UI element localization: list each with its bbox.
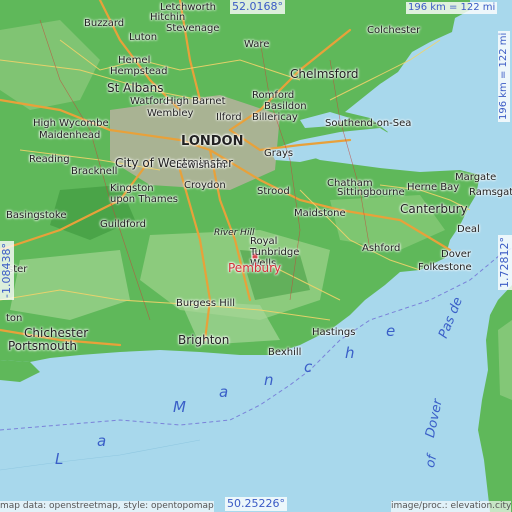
- place-label: Portsmouth: [8, 339, 77, 353]
- place-label: Ware: [244, 39, 270, 50]
- place-label: High Wycombe: [33, 118, 109, 129]
- place-label: Sittingbourne: [337, 187, 405, 198]
- place-label: Grays: [264, 148, 294, 159]
- place-label: Buzzard: [84, 18, 125, 29]
- latitude-bottom-label: 50.25226°: [225, 497, 287, 511]
- target-place-label[interactable]: Pembury: [228, 261, 281, 275]
- longitude-left-label: -1.08438°: [0, 241, 14, 300]
- place-label: Ramsgate: [469, 187, 512, 198]
- place-label: Wembley: [147, 108, 194, 119]
- place-label: ton: [6, 313, 23, 324]
- footer-attribution-right: image/proc.: elevation.city: [391, 501, 512, 512]
- place-label: Reading: [29, 154, 70, 165]
- place-label: Bracknell: [71, 166, 118, 177]
- place-label: Dover: [441, 249, 471, 260]
- water-label: c: [304, 358, 313, 376]
- place-label: Guildford: [100, 219, 146, 230]
- place-label: Southend-on-Sea: [325, 118, 412, 129]
- water-label: a: [97, 432, 107, 450]
- place-label: High Barnet: [166, 96, 226, 107]
- place-label: Watford: [130, 96, 170, 107]
- place-label: Croydon: [184, 180, 226, 191]
- place-label: Basildon: [264, 101, 307, 112]
- footer-attribution-left: map data: openstreetmap, style: opentopo…: [0, 501, 214, 512]
- water-label: M: [173, 398, 186, 416]
- scale-vertical: 196 km = 122 mi: [498, 30, 510, 122]
- place-label: Margate: [455, 172, 497, 183]
- place-label: Luton: [129, 32, 158, 43]
- place-label: Hitchin: [150, 12, 186, 23]
- place-label: Colchester: [367, 25, 421, 36]
- place-label: Maidenhead: [39, 130, 101, 141]
- place-label: Ashford: [362, 243, 401, 254]
- place-label: Deal: [457, 224, 480, 235]
- place-label: Hempstead: [110, 66, 168, 77]
- place-label: Hastings: [312, 327, 356, 338]
- place-label: Folkestone: [418, 262, 472, 273]
- water-label: h: [345, 344, 355, 362]
- scale-horizontal: 196 km = 122 mi: [406, 2, 498, 14]
- water-label: e: [386, 322, 396, 340]
- place-label: Bexhill: [268, 347, 302, 358]
- place-label: Kingston upon Thames: [110, 183, 178, 205]
- place-label: Strood: [257, 186, 290, 197]
- place-label: Chichester: [24, 326, 89, 340]
- place-label: Canterbury: [400, 202, 468, 216]
- latitude-top-label: 52.0168°: [230, 0, 285, 14]
- water-label: n: [264, 371, 274, 389]
- place-label: Basingstoke: [6, 210, 67, 221]
- place-label: Billericay: [252, 112, 298, 123]
- place-label: St Albans: [107, 81, 164, 95]
- map-viewport[interactable]: Letchworth Luton Buzzard Hitchin Stevena…: [0, 0, 512, 512]
- place-label: Burgess Hill: [176, 298, 236, 309]
- place-label: Brighton: [178, 333, 230, 347]
- place-label-capital: LONDON: [181, 134, 244, 149]
- place-label: Lewisham: [176, 160, 226, 171]
- place-label: Herne Bay: [407, 182, 460, 193]
- place-label: Romford: [252, 90, 295, 101]
- place-label: Stevenage: [166, 23, 220, 34]
- place-label: Ilford: [216, 112, 242, 123]
- river-label: River Hill: [214, 228, 255, 238]
- water-label: a: [219, 383, 229, 401]
- place-label: Maidstone: [294, 208, 346, 219]
- longitude-right-label: 1.72812°: [498, 235, 512, 290]
- place-label: Hemel: [118, 55, 151, 66]
- place-label: Chelmsford: [290, 67, 359, 81]
- water-label: L: [55, 450, 64, 468]
